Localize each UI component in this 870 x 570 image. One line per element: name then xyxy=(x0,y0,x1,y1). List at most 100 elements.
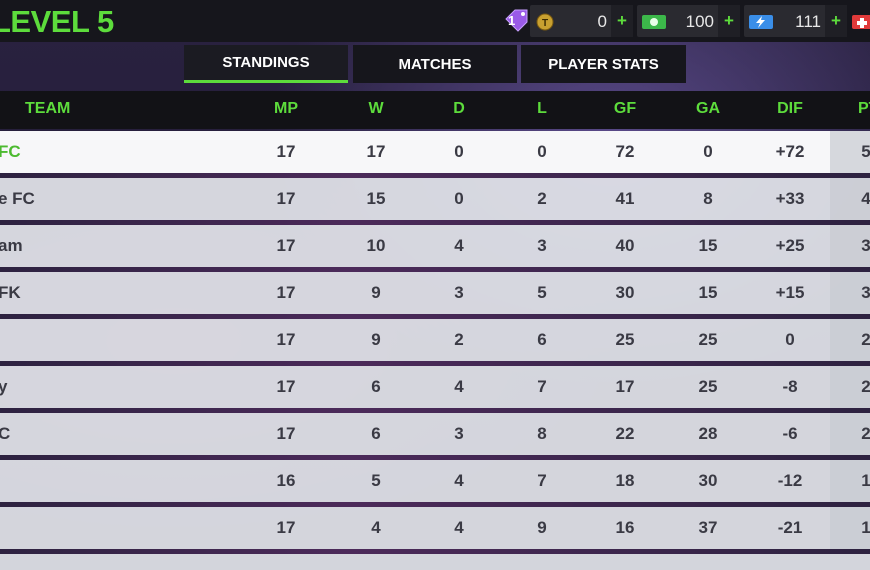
cell-pts: 1 xyxy=(861,518,870,537)
table-row[interactable]: 17 9 2 6 25 25 0 2 xyxy=(0,319,870,361)
cell-pts: 4 xyxy=(861,189,870,208)
table-row[interactable]: FC 17 17 0 0 72 0 +72 5 xyxy=(0,131,870,173)
cash-icon xyxy=(641,13,667,36)
currency-medkit[interactable] xyxy=(851,5,870,37)
cell-d: 4 xyxy=(454,377,464,396)
add-energy-button[interactable]: + xyxy=(825,5,847,37)
team-name: C xyxy=(0,424,11,443)
cell-dif: +25 xyxy=(775,236,805,255)
cell-d: 0 xyxy=(454,142,464,161)
cell-d: 4 xyxy=(454,471,464,490)
cell-l: 8 xyxy=(537,424,547,443)
currency-energy-value: 111 xyxy=(795,12,821,31)
col-dif[interactable]: DIF xyxy=(760,100,820,118)
cell-ga: 28 xyxy=(698,424,718,443)
cell-ga: 8 xyxy=(703,189,713,208)
currency-cash[interactable]: 100 + xyxy=(637,5,740,37)
table-row[interactable]: FK 17 9 3 5 30 15 +15 3 xyxy=(0,272,870,314)
table-row[interactable]: y 17 6 4 7 17 25 -8 2 xyxy=(0,366,870,408)
cell-dif: +72 xyxy=(775,142,805,161)
cell-l: 2 xyxy=(537,189,547,208)
team-name: am xyxy=(0,236,23,255)
tab-matches[interactable]: MATCHES xyxy=(353,45,517,83)
cell-dif: -6 xyxy=(782,424,798,443)
cell-ga: 0 xyxy=(703,142,713,161)
team-name: FK xyxy=(0,283,21,302)
cell-w: 6 xyxy=(371,424,381,443)
table-row[interactable]: 16 5 4 7 18 30 -12 1 xyxy=(0,460,870,502)
cell-w: 9 xyxy=(371,283,381,302)
cell-ga: 15 xyxy=(698,236,718,255)
currency-energy[interactable]: 111 + xyxy=(744,5,847,37)
table-header: TEAM MP W D L GF GA DIF PT xyxy=(0,91,870,129)
cell-gf: 40 xyxy=(615,236,635,255)
notification-tag-icon[interactable]: 1 xyxy=(503,9,529,33)
add-cash-button[interactable]: + xyxy=(718,5,740,37)
cell-pts: 3 xyxy=(861,236,870,255)
cell-gf: 22 xyxy=(615,424,635,443)
cell-l: 3 xyxy=(537,236,547,255)
team-name: FC xyxy=(0,142,21,161)
currency-cash-value: 100 xyxy=(685,12,714,31)
cell-ga: 37 xyxy=(698,518,718,537)
cell-d: 3 xyxy=(454,424,464,443)
cell-dif: -12 xyxy=(777,471,803,490)
cell-dif: 0 xyxy=(785,330,795,349)
cell-mp: 17 xyxy=(276,236,296,255)
cell-d: 4 xyxy=(454,236,464,255)
table-row[interactable]: 17 4 4 9 16 37 -21 1 xyxy=(0,507,870,549)
cell-w: 6 xyxy=(371,377,381,396)
cell-pts: 1 xyxy=(861,471,870,490)
cell-w: 10 xyxy=(366,236,386,255)
cell-ga: 25 xyxy=(698,330,718,349)
top-bar: LEVEL 5 1 T 0 + 100 + 111 + xyxy=(0,0,870,42)
cell-l: 5 xyxy=(537,283,547,302)
medkit-icon xyxy=(851,13,870,36)
level-title: LEVEL 5 xyxy=(0,4,114,39)
col-ga[interactable]: GA xyxy=(678,100,738,118)
token-coin-icon: T xyxy=(534,13,556,36)
cell-dif: -21 xyxy=(777,518,803,537)
cell-d: 4 xyxy=(454,518,464,537)
col-mp[interactable]: MP xyxy=(256,100,316,118)
cell-w: 9 xyxy=(371,330,381,349)
col-w[interactable]: W xyxy=(346,100,406,118)
cell-gf: 17 xyxy=(615,377,635,396)
tab-player-stats[interactable]: PLAYER STATS xyxy=(521,45,686,83)
currency-tokens-value: 0 xyxy=(597,12,607,31)
cell-d: 3 xyxy=(454,283,464,302)
col-pts[interactable]: PT xyxy=(858,100,870,118)
cell-mp: 17 xyxy=(276,330,296,349)
table-row[interactable]: e FC 17 15 0 2 41 8 +33 4 xyxy=(0,178,870,220)
table-row[interactable]: C 17 6 3 8 22 28 -6 2 xyxy=(0,413,870,455)
table-row[interactable]: am 17 10 4 3 40 15 +25 3 xyxy=(0,225,870,267)
table-row-partial[interactable] xyxy=(0,554,870,570)
tab-standings[interactable]: STANDINGS xyxy=(184,45,348,83)
col-gf[interactable]: GF xyxy=(595,100,655,118)
cell-mp: 17 xyxy=(276,283,296,302)
tab-bar: STANDINGS MATCHES PLAYER STATS xyxy=(0,45,870,83)
col-d[interactable]: D xyxy=(429,100,489,118)
team-name: y xyxy=(0,377,8,396)
cell-mp: 17 xyxy=(276,377,296,396)
cell-gf: 18 xyxy=(615,471,635,490)
cell-dif: +15 xyxy=(775,283,805,302)
cell-l: 7 xyxy=(537,377,547,396)
cell-gf: 25 xyxy=(615,330,635,349)
col-team[interactable]: TEAM xyxy=(25,100,70,118)
cell-mp: 17 xyxy=(276,142,296,161)
cell-ga: 15 xyxy=(698,283,718,302)
cell-mp: 17 xyxy=(276,424,296,443)
svg-text:T: T xyxy=(542,18,548,29)
cell-l: 7 xyxy=(537,471,547,490)
cell-l: 9 xyxy=(537,518,547,537)
currency-tokens[interactable]: T 0 + xyxy=(530,5,633,37)
cell-l: 6 xyxy=(537,330,547,349)
cell-pts: 2 xyxy=(861,330,870,349)
cell-pts: 3 xyxy=(861,283,870,302)
add-tokens-button[interactable]: + xyxy=(611,5,633,37)
cell-gf: 16 xyxy=(615,518,635,537)
col-l[interactable]: L xyxy=(512,100,572,118)
energy-bolt-icon xyxy=(748,13,774,36)
cell-pts: 2 xyxy=(861,377,870,396)
